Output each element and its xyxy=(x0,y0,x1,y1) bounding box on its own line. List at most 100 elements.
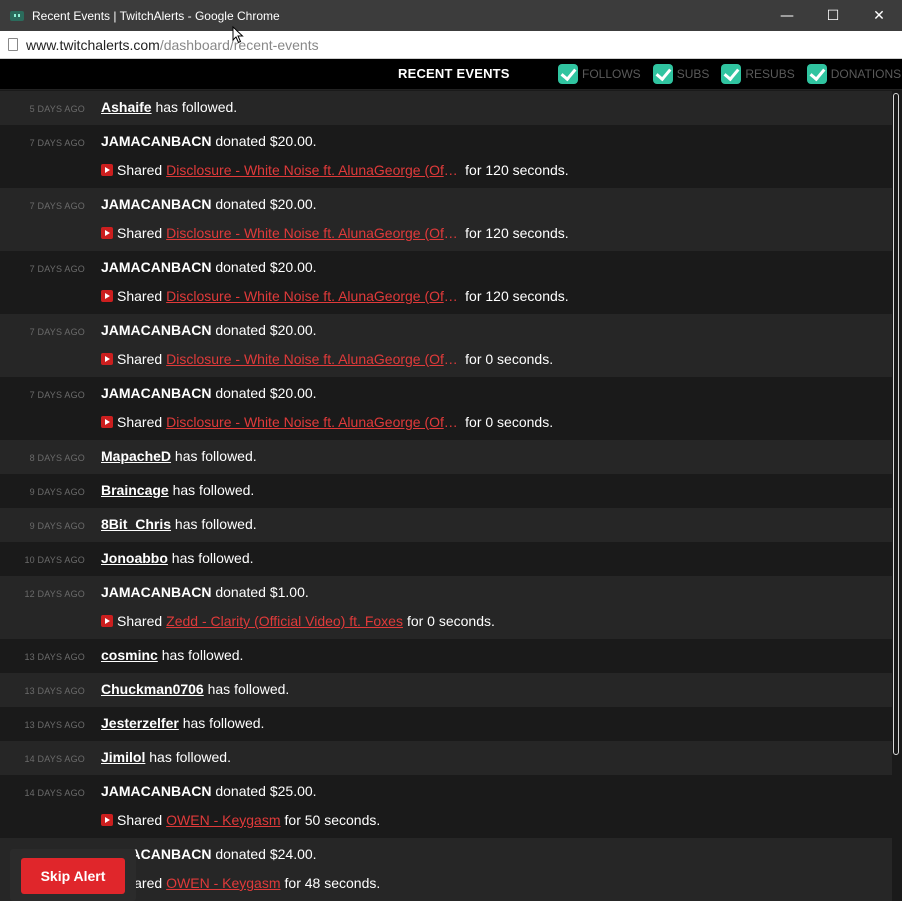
donation-amount: donated $24.00. xyxy=(211,846,317,862)
song-link[interactable]: Disclosure - White Noise ft. AlunaGeorge… xyxy=(166,414,461,430)
donation-amount: donated $20.00. xyxy=(211,196,317,212)
filter-donations[interactable]: DONATIONS xyxy=(806,64,901,84)
song-duration: for 50 seconds. xyxy=(284,812,381,828)
username-link[interactable]: Chuckman0706 xyxy=(101,681,204,697)
event-action: has followed. xyxy=(178,715,265,731)
scrollbar[interactable] xyxy=(892,91,902,901)
shared-media: Shared Disclosure - White Noise ft. Aluna… xyxy=(101,351,553,367)
event-time: 5 DAYS AGO xyxy=(29,104,85,114)
shared-media: Shared Zedd - Clarity (Official Video) ft… xyxy=(101,613,495,629)
event-time: 13 DAYS AGO xyxy=(24,652,85,662)
event-row-follow: 14 DAYS AGO Jimilol has followed. xyxy=(0,741,892,775)
song-link[interactable]: Disclosure - White Noise ft. AlunaGeorge… xyxy=(166,351,461,367)
page-icon xyxy=(8,38,18,51)
filter-subs[interactable]: SUBS xyxy=(652,64,710,84)
event-row-follow: 5 DAYS AGO Ashaife has followed. xyxy=(0,91,892,125)
username-link[interactable]: Jesterzelfer xyxy=(101,715,179,731)
event-text: JAMACANBACN donated $25.00. xyxy=(101,783,317,799)
username-link[interactable]: cosminc xyxy=(101,647,158,663)
song-link[interactable]: Disclosure - White Noise ft. AlunaGeorge… xyxy=(166,162,461,178)
donor-name: JAMACANBACN xyxy=(101,322,212,338)
youtube-icon xyxy=(101,353,113,365)
minimize-button[interactable]: — xyxy=(764,0,810,31)
youtube-icon xyxy=(101,227,113,239)
song-duration: for 0 seconds. xyxy=(465,414,554,430)
url-domain: www.twitchalerts.com xyxy=(26,36,160,53)
checkbox-checked-icon[interactable] xyxy=(558,64,578,84)
event-row-donation: 7 DAYS AGO JAMACANBACN donated $20.00. S… xyxy=(0,314,892,377)
donation-amount: donated $20.00. xyxy=(211,133,317,149)
filter-resubs[interactable]: RESUBS xyxy=(721,64,795,84)
username-link[interactable]: 8Bit_Chris xyxy=(101,516,171,532)
song-link[interactable]: OWEN - Keygasm xyxy=(166,875,280,891)
event-text: Jimilol has followed. xyxy=(101,749,231,765)
youtube-icon xyxy=(101,290,113,302)
event-time: 7 DAYS AGO xyxy=(29,138,85,148)
skip-alert-button[interactable]: Skip Alert xyxy=(21,858,125,894)
shared-label: Shared xyxy=(117,225,163,241)
song-link[interactable]: Disclosure - White Noise ft. AlunaGeorge… xyxy=(166,225,461,241)
event-text: MapacheD has followed. xyxy=(101,448,257,464)
event-text: JAMACANBACN donated $20.00. xyxy=(101,385,317,401)
event-text: cosminc has followed. xyxy=(101,647,243,663)
username-link[interactable]: Braincage xyxy=(101,482,169,498)
event-row-donation: 7 DAYS AGO JAMACANBACN donated $20.00. S… xyxy=(0,251,892,314)
event-row-follow: 8 DAYS AGO MapacheD has followed. xyxy=(0,440,892,474)
event-time: 14 DAYS AGO xyxy=(24,788,85,798)
page-title: RECENT EVENTS xyxy=(398,66,510,81)
event-action: has followed. xyxy=(171,448,257,464)
shared-label: Shared xyxy=(117,812,163,828)
event-row-follow: 9 DAYS AGO 8Bit_Chris has followed. xyxy=(0,508,892,542)
event-row-donation: 14 DAYS AGO JAMACANBACN donated $25.00. … xyxy=(0,775,892,838)
address-bar[interactable]: www.twitchalerts.com/dashboard/recent-ev… xyxy=(0,31,902,59)
donor-name: JAMACANBACN xyxy=(101,259,212,275)
checkbox-checked-icon[interactable] xyxy=(652,64,673,84)
checkbox-checked-icon[interactable] xyxy=(721,64,742,84)
shared-media: Shared Disclosure - White Noise ft. Aluna… xyxy=(101,225,569,241)
event-text: Chuckman0706 has followed. xyxy=(101,681,289,697)
skip-alert-panel: Skip Alert xyxy=(10,849,136,901)
twitchalerts-app-icon xyxy=(10,10,24,21)
shared-label: Shared xyxy=(117,414,163,430)
song-duration: for 120 seconds. xyxy=(465,162,569,178)
event-text: Jonoabbo has followed. xyxy=(101,550,254,566)
event-row-follow: 13 DAYS AGO Jesterzelfer has followed. xyxy=(0,707,892,741)
donation-amount: donated $1.00. xyxy=(211,584,309,600)
event-time: 10 DAYS AGO xyxy=(24,555,85,565)
shared-media: Shared Disclosure - White Noise ft. Aluna… xyxy=(101,288,569,304)
scrollbar-thumb[interactable] xyxy=(893,93,899,755)
song-link[interactable]: Disclosure - White Noise ft. AlunaGeorge… xyxy=(166,288,461,304)
event-action: has followed. xyxy=(171,516,257,532)
event-row-follow: 13 DAYS AGO Chuckman0706 has followed. xyxy=(0,673,892,707)
username-link[interactable]: Ashaife xyxy=(101,99,152,115)
youtube-icon xyxy=(101,164,113,176)
username-link[interactable]: Jonoabbo xyxy=(101,550,168,566)
donation-amount: donated $25.00. xyxy=(211,783,317,799)
username-link[interactable]: MapacheD xyxy=(101,448,171,464)
song-link[interactable]: OWEN - Keygasm xyxy=(166,812,280,828)
filter-label: SUBS xyxy=(676,67,710,81)
window-controls: — ☐ ✕ xyxy=(764,0,902,31)
song-link[interactable]: Zedd - Clarity (Official Video) ft. Foxe… xyxy=(166,613,403,629)
title-bar: Recent Events | TwitchAlerts - Google Ch… xyxy=(0,0,902,31)
event-action: has followed. xyxy=(167,550,254,566)
event-row-donation: 7 DAYS AGO JAMACANBACN donated $20.00. S… xyxy=(0,125,892,188)
donation-amount: donated $20.00. xyxy=(211,322,317,338)
close-button[interactable]: ✕ xyxy=(856,0,902,31)
event-time: 13 DAYS AGO xyxy=(24,720,85,730)
filter-follows[interactable]: FOLLOWS xyxy=(558,64,641,84)
event-row-follow: 10 DAYS AGO Jonoabbo has followed. xyxy=(0,542,892,576)
song-duration: for 0 seconds. xyxy=(465,351,554,367)
event-time: 14 DAYS AGO xyxy=(24,754,85,764)
event-time: 7 DAYS AGO xyxy=(29,201,85,211)
event-action: has followed. xyxy=(151,99,238,115)
recent-events-header: RECENT EVENTS FOLLOWS SUBS RESUBS DONATI… xyxy=(0,59,902,90)
checkbox-checked-icon[interactable] xyxy=(806,64,827,84)
maximize-button[interactable]: ☐ xyxy=(810,0,856,31)
event-list: 5 DAYS AGO Ashaife has followed. 7 DAYS … xyxy=(0,91,892,901)
donor-name: JAMACANBACN xyxy=(101,584,212,600)
filter-label: FOLLOWS xyxy=(582,67,641,81)
url[interactable]: www.twitchalerts.com/dashboard/recent-ev… xyxy=(26,37,319,53)
event-action: has followed. xyxy=(203,681,290,697)
username-link[interactable]: Jimilol xyxy=(101,749,145,765)
